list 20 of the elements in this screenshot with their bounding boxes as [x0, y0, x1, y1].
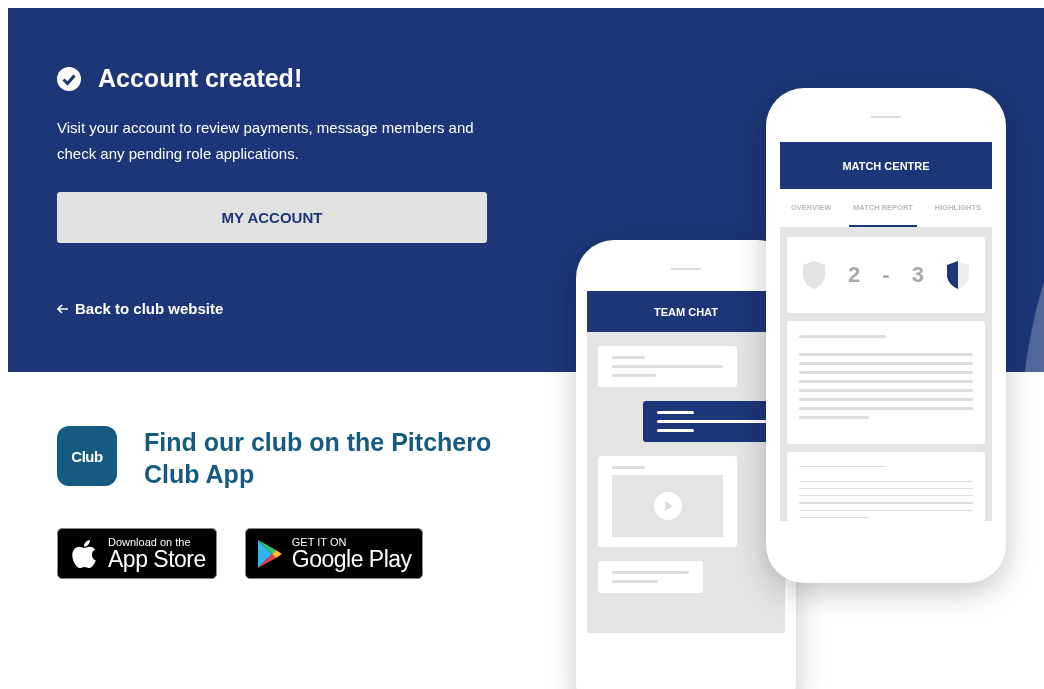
my-account-button[interactable]: MY ACCOUNT	[57, 192, 487, 243]
play-icon	[653, 492, 682, 520]
check-circle-icon	[57, 66, 81, 91]
placeholder-line	[799, 516, 869, 518]
club-app-icon: Club	[57, 426, 117, 486]
store-badge[interactable]: GET IT ON Google Play	[244, 528, 423, 579]
arrow-left-icon	[57, 303, 69, 314]
account-message: Visit your account to review payments, message members and check any pending role applications.	[57, 118, 475, 164]
home-score: 2	[848, 262, 861, 288]
play-triangle-icon	[255, 538, 284, 569]
match-header: MATCH CENTRE	[780, 142, 992, 189]
back-link[interactable]: Back to club website	[57, 300, 224, 317]
store-badge[interactable]: Download on the App Store	[57, 528, 217, 579]
shield-icon	[945, 260, 970, 290]
away-score: 3	[911, 262, 924, 288]
page-title: Account created!	[98, 64, 303, 93]
app-promo-heading: Find our club on the Pitchero Club App	[144, 427, 493, 490]
shield-icon	[802, 260, 827, 290]
score-separator: -	[882, 262, 890, 288]
placeholder-line	[799, 416, 869, 419]
